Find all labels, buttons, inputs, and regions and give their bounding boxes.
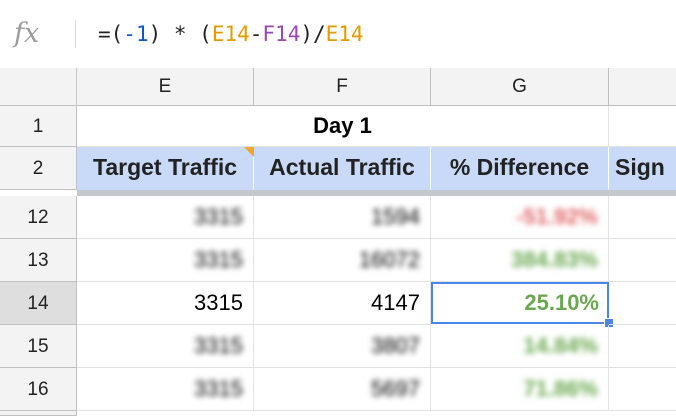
row-header-12[interactable]: 12 bbox=[0, 196, 77, 239]
target-cell[interactable]: 3315 bbox=[77, 282, 254, 325]
difference-value: 14.84% bbox=[523, 333, 598, 358]
formula-ref-e14: E14 bbox=[211, 22, 250, 46]
difference-value: 384.83% bbox=[511, 247, 598, 272]
actual-value: 1594 bbox=[371, 204, 420, 229]
formula-token: ) * ( bbox=[148, 22, 212, 46]
actual-cell[interactable]: 1594 bbox=[254, 196, 431, 239]
target-value: 3315 bbox=[194, 333, 243, 358]
sign-cell[interactable] bbox=[609, 282, 676, 325]
actual-cell[interactable]: 16072 bbox=[254, 239, 431, 282]
empty-cell[interactable] bbox=[609, 106, 676, 147]
row-header-14[interactable]: 14 bbox=[0, 282, 77, 325]
formula-input[interactable]: =(-1) * (E14-F14)/E14 bbox=[98, 20, 364, 48]
target-cell[interactable]: 3315 bbox=[77, 325, 254, 368]
target-cell[interactable]: 3315 bbox=[77, 239, 254, 282]
difference-cell[interactable]: 71.86% bbox=[431, 368, 609, 411]
formula-bar-divider bbox=[75, 20, 76, 48]
header-sign[interactable]: Sign bbox=[609, 147, 676, 190]
select-all-corner[interactable] bbox=[0, 68, 80, 106]
column-header-f[interactable]: F bbox=[254, 68, 431, 106]
formula-ref-f14: F14 bbox=[262, 22, 301, 46]
difference-value: -51.92% bbox=[516, 204, 598, 229]
difference-cell[interactable]: 384.83% bbox=[431, 239, 609, 282]
actual-value: 3807 bbox=[371, 333, 420, 358]
row-header-16[interactable]: 16 bbox=[0, 368, 77, 411]
header-percent-difference[interactable]: % Difference bbox=[431, 147, 609, 190]
target-value: 3315 bbox=[194, 204, 243, 229]
header-actual-traffic[interactable]: Actual Traffic bbox=[254, 147, 431, 190]
difference-cell[interactable]: -51.92% bbox=[431, 196, 609, 239]
selected-difference-cell[interactable]: 25.10% bbox=[431, 282, 609, 324]
difference-value: 25.10% bbox=[524, 290, 599, 315]
target-cell[interactable]: 3315 bbox=[77, 368, 254, 411]
formula-token: =( bbox=[98, 22, 124, 46]
row-header-2[interactable]: 2 bbox=[0, 147, 77, 190]
formula-bar: fx =(-1) * (E14-F14)/E14 bbox=[0, 0, 676, 69]
actual-cell[interactable]: 5697 bbox=[254, 368, 431, 411]
column-header-h[interactable] bbox=[609, 68, 676, 106]
formula-token-number: -1 bbox=[123, 22, 149, 46]
sign-cell[interactable] bbox=[609, 368, 676, 411]
formula-token: )/ bbox=[300, 22, 326, 46]
actual-value: 4147 bbox=[371, 290, 420, 315]
actual-cell[interactable]: 3807 bbox=[254, 325, 431, 368]
comment-indicator[interactable] bbox=[244, 147, 254, 157]
target-value: 3315 bbox=[194, 376, 243, 401]
sign-cell[interactable] bbox=[609, 325, 676, 368]
target-value: 3315 bbox=[194, 290, 243, 315]
actual-cell[interactable]: 4147 bbox=[254, 282, 431, 325]
formula-token: - bbox=[249, 22, 263, 46]
sign-cell[interactable] bbox=[609, 196, 676, 239]
difference-cell[interactable]: 14.84% bbox=[431, 325, 609, 368]
formula-ref-e14: E14 bbox=[325, 22, 364, 46]
row-header-13[interactable]: 13 bbox=[0, 239, 77, 282]
sheet-title-cell[interactable]: Day 1 bbox=[77, 106, 609, 147]
sign-cell[interactable] bbox=[609, 239, 676, 282]
difference-value: 71.86% bbox=[523, 376, 598, 401]
row-header-15[interactable]: 15 bbox=[0, 325, 77, 368]
row-header-17[interactable] bbox=[0, 411, 77, 416]
target-cell[interactable]: 3315 bbox=[77, 196, 254, 239]
header-target-traffic[interactable]: Target Traffic bbox=[77, 147, 254, 190]
row-header-1[interactable]: 1 bbox=[0, 106, 77, 147]
column-header-g[interactable]: G bbox=[431, 68, 609, 106]
target-value: 3315 bbox=[194, 247, 243, 272]
function-icon: fx bbox=[14, 18, 40, 49]
actual-value: 16072 bbox=[358, 247, 420, 272]
column-header-e[interactable]: E bbox=[77, 68, 254, 106]
actual-value: 5697 bbox=[371, 376, 420, 401]
